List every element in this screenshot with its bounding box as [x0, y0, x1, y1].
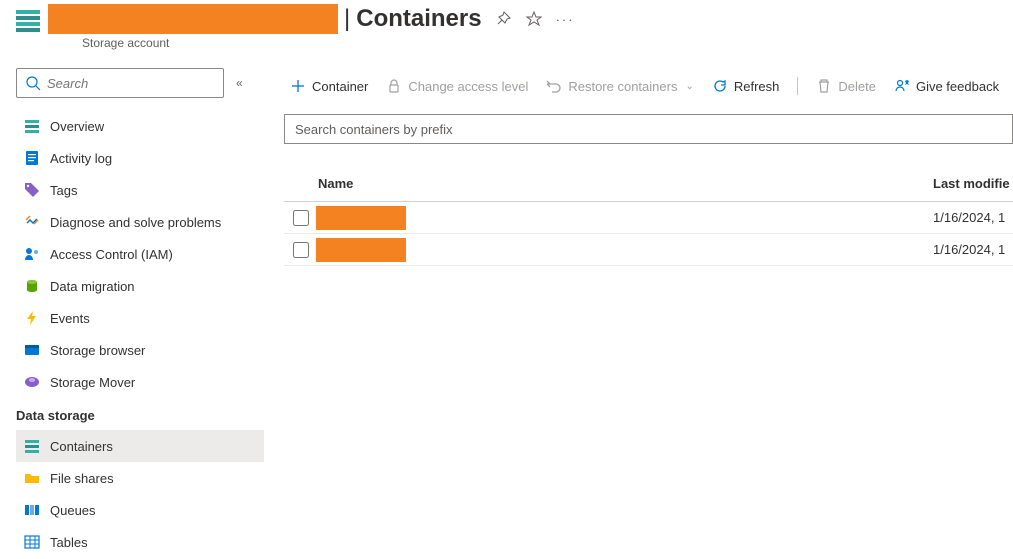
sidebar-item-events[interactable]: Events [16, 302, 264, 334]
main-content: Container Change access level Restore co… [264, 68, 1013, 558]
sidebar-item-containers[interactable]: Containers [16, 430, 264, 462]
collapse-sidebar-icon[interactable]: « [236, 76, 243, 90]
sidebar-item-label: Overview [50, 119, 104, 134]
toolbar: Container Change access level Restore co… [284, 68, 1013, 104]
filter-containers-input[interactable] [284, 114, 1013, 144]
sidebar-item-label: Queues [50, 503, 96, 518]
sidebar-search[interactable] [16, 68, 224, 98]
delete-button: Delete [810, 74, 882, 98]
activity-log-icon [24, 150, 40, 166]
refresh-icon [712, 78, 728, 94]
plus-icon [290, 78, 306, 94]
lock-icon [386, 78, 402, 94]
sidebar-item-label: Diagnose and solve problems [50, 215, 221, 230]
container-name-redacted [316, 238, 406, 262]
button-label: Refresh [734, 79, 780, 94]
sidebar-item-label: Events [50, 311, 90, 326]
sidebar-item-label: Data migration [50, 279, 135, 294]
containers-table: Name Last modifie 1/16/2024, 1 1/16/2024… [284, 166, 1013, 266]
queues-icon [24, 502, 40, 518]
events-icon [24, 310, 40, 326]
sidebar-item-label: Activity log [50, 151, 112, 166]
button-label: Restore containers [568, 79, 677, 94]
migration-icon [24, 278, 40, 294]
sidebar: « Overview Activity log Tags Diagnose an… [16, 68, 264, 558]
trash-icon [816, 78, 832, 94]
sidebar-item-tables[interactable]: Tables [16, 526, 264, 558]
sidebar-nav: Overview Activity log Tags Diagnose and … [16, 110, 264, 558]
add-container-button[interactable]: Container [284, 74, 374, 98]
row-checkbox[interactable] [293, 210, 309, 226]
more-actions-icon[interactable]: ··· [556, 12, 575, 27]
table-row[interactable]: 1/16/2024, 1 [284, 202, 1013, 234]
resource-name-redacted [48, 4, 338, 34]
row-last-modified: 1/16/2024, 1 [933, 242, 1013, 257]
sidebar-item-label: Tags [50, 183, 77, 198]
pin-icon[interactable] [496, 11, 512, 27]
sidebar-item-tags[interactable]: Tags [16, 174, 264, 206]
resource-type-label: Storage account [82, 36, 575, 50]
give-feedback-button[interactable]: Give feedback [888, 74, 1005, 98]
row-checkbox[interactable] [293, 242, 309, 258]
sidebar-item-activity-log[interactable]: Activity log [16, 142, 264, 174]
sidebar-item-diagnose[interactable]: Diagnose and solve problems [16, 206, 264, 238]
title-separator: | [338, 5, 356, 33]
sidebar-search-input[interactable] [47, 76, 215, 91]
sidebar-item-access-control[interactable]: Access Control (IAM) [16, 238, 264, 270]
column-header-last-modified[interactable]: Last modifie [933, 176, 1013, 191]
fileshares-icon [24, 470, 40, 486]
sidebar-item-label: Tables [50, 535, 88, 550]
favorite-star-icon[interactable] [526, 11, 542, 27]
table-row[interactable]: 1/16/2024, 1 [284, 234, 1013, 266]
mover-icon [24, 374, 40, 390]
tags-icon [24, 182, 40, 198]
sidebar-item-queues[interactable]: Queues [16, 494, 264, 526]
column-header-name[interactable]: Name [318, 176, 933, 191]
container-name-redacted [316, 206, 406, 230]
sidebar-item-label: Storage browser [50, 343, 145, 358]
tables-icon [24, 534, 40, 550]
change-access-level-button: Change access level [380, 74, 534, 98]
sidebar-item-overview[interactable]: Overview [16, 110, 264, 142]
button-label: Give feedback [916, 79, 999, 94]
sidebar-item-label: File shares [50, 471, 114, 486]
refresh-button[interactable]: Refresh [706, 74, 786, 98]
containers-icon [24, 438, 40, 454]
page-header: | Containers ··· Storage account [0, 0, 1013, 50]
undo-icon [546, 78, 562, 94]
sidebar-item-label: Storage Mover [50, 375, 135, 390]
diagnose-icon [24, 214, 40, 230]
browser-icon [24, 342, 40, 358]
sidebar-item-data-migration[interactable]: Data migration [16, 270, 264, 302]
sidebar-item-label: Containers [50, 439, 113, 454]
button-label: Change access level [408, 79, 528, 94]
sidebar-item-storage-mover[interactable]: Storage Mover [16, 366, 264, 398]
sidebar-item-label: Access Control (IAM) [50, 247, 173, 262]
button-label: Delete [838, 79, 876, 94]
page-title: Containers [356, 5, 481, 33]
sidebar-item-storage-browser[interactable]: Storage browser [16, 334, 264, 366]
button-label: Container [312, 79, 368, 94]
row-last-modified: 1/16/2024, 1 [933, 210, 1013, 225]
feedback-icon [894, 78, 910, 94]
storage-account-icon [16, 10, 40, 34]
sidebar-item-file-shares[interactable]: File shares [16, 462, 264, 494]
restore-containers-button[interactable]: Restore containers ⌄ [540, 74, 700, 98]
iam-icon [24, 246, 40, 262]
chevron-down-icon: ⌄ [685, 81, 693, 92]
sidebar-section-data-storage: Data storage [16, 398, 264, 430]
table-header: Name Last modifie [284, 166, 1013, 202]
overview-icon [24, 118, 40, 134]
search-icon [25, 75, 41, 91]
toolbar-divider [797, 77, 798, 95]
